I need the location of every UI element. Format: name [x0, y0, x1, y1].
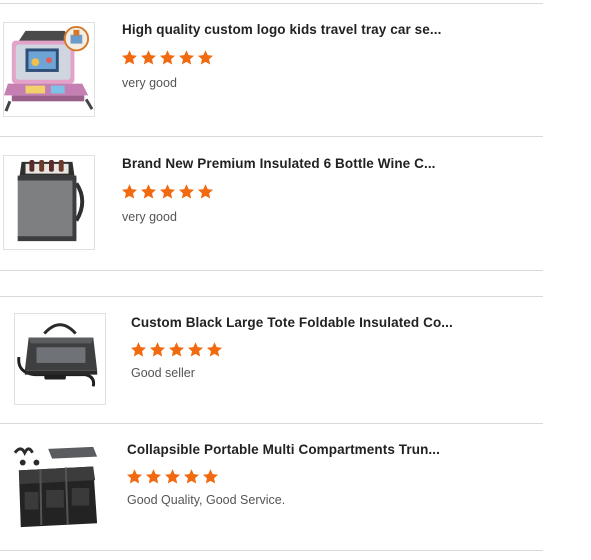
star-icon: [202, 469, 219, 484]
review-text: Good seller: [131, 366, 195, 380]
review-text: very good: [122, 76, 177, 90]
kids-travel-tray-image[interactable]: [3, 22, 95, 117]
star-rating: [126, 468, 219, 485]
product-title[interactable]: Custom Black Large Tote Foldable Insulat…: [131, 315, 453, 330]
star-icon: [140, 184, 157, 199]
review-item: Brand New Premium Insulated 6 Bottle Win…: [0, 137, 591, 270]
product-title[interactable]: Collapsible Portable Multi Compartments …: [127, 442, 440, 457]
divider: [0, 550, 543, 551]
star-icon: [149, 342, 166, 357]
review-item: High quality custom logo kids travel tra…: [0, 0, 591, 136]
star-rating: [121, 49, 214, 66]
trunk-organizer-image[interactable]: [10, 440, 102, 534]
star-icon: [178, 184, 195, 199]
star-icon: [159, 50, 176, 65]
star-icon: [145, 469, 162, 484]
star-rating: [121, 183, 214, 200]
review-text: Good Quality, Good Service.: [127, 493, 286, 507]
star-icon: [178, 50, 195, 65]
star-icon: [168, 342, 185, 357]
product-title[interactable]: Brand New Premium Insulated 6 Bottle Win…: [122, 156, 436, 171]
star-icon: [159, 184, 176, 199]
review-item: Collapsible Portable Multi Compartments …: [0, 424, 591, 550]
star-icon: [206, 342, 223, 357]
star-rating: [130, 341, 223, 358]
star-icon: [140, 50, 157, 65]
star-icon: [197, 50, 214, 65]
star-icon: [164, 469, 181, 484]
star-icon: [126, 469, 143, 484]
review-text: very good: [122, 210, 177, 224]
product-title[interactable]: High quality custom logo kids travel tra…: [122, 22, 441, 37]
insulated-wine-cooler-bag-image[interactable]: [3, 155, 95, 250]
star-icon: [183, 469, 200, 484]
star-icon: [130, 342, 147, 357]
star-icon: [121, 184, 138, 199]
star-icon: [121, 50, 138, 65]
review-item: Custom Black Large Tote Foldable Insulat…: [0, 297, 591, 423]
insulated-tote-bag-image[interactable]: [14, 313, 106, 405]
divider: [0, 270, 543, 271]
star-icon: [197, 184, 214, 199]
star-icon: [187, 342, 204, 357]
